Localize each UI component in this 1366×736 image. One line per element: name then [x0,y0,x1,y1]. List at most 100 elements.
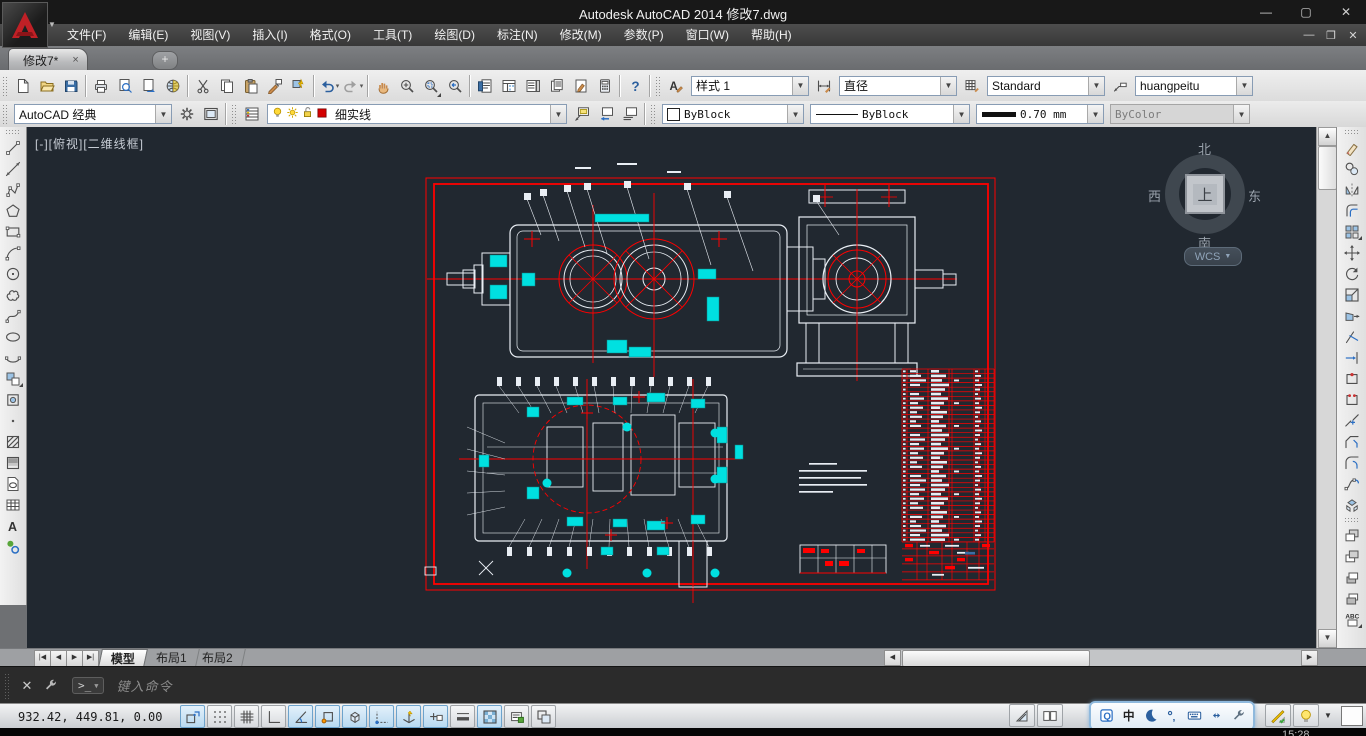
workspace-settings-button[interactable] [175,101,199,127]
lineweight-combo[interactable]: 0.70 mm▼ [976,104,1104,124]
combo-arrow-icon[interactable]: ▼ [155,105,171,123]
polar-tracking-toggle[interactable] [288,705,313,728]
combo-arrow-icon[interactable]: ▼ [1087,105,1103,123]
viewport-controls[interactable]: [-][俯视][二维线框] [35,135,144,152]
extend-button[interactable] [1340,347,1364,368]
horizontal-scrollbar[interactable]: ◀ ▶ [884,650,1318,666]
polygon-button[interactable] [1,200,25,221]
menu-修改M[interactable]: 修改(M) [549,24,613,46]
new-button[interactable] [11,73,35,99]
ellipse-button[interactable] [1,326,25,347]
spline-button[interactable] [1,305,25,326]
workspace-combo[interactable]: AutoCAD 经典▼ [14,104,172,124]
transparency-toggle[interactable] [477,705,502,728]
scroll-down-button[interactable]: ▼ [1318,629,1337,648]
annotation-scale-button[interactable] [1265,704,1291,727]
clean-screen-button[interactable] [1341,706,1363,726]
table-style-combo[interactable]: Standard▼ [987,76,1105,96]
viewcube-top-face[interactable]: 上 [1185,174,1225,214]
menu-插入I[interactable]: 插入(I) [241,24,298,46]
props-button[interactable] [473,73,497,99]
object-snap-3d-toggle[interactable] [342,705,367,728]
array-button[interactable] [1340,221,1364,242]
rotate-button[interactable] [1340,263,1364,284]
window-maximize-button[interactable]: ▢ [1286,0,1326,24]
undo-button[interactable] [317,73,341,99]
toolbar-grip[interactable] [2,76,8,96]
snap-mode-toggle[interactable] [207,705,232,728]
layout-tab-布局2[interactable]: 布局2 [190,649,245,666]
vertical-scroll-thumb[interactable] [1318,146,1337,190]
combo-arrow-icon[interactable]: ▼ [940,77,956,95]
matchprops-button[interactable] [263,73,287,99]
addsel-button[interactable] [1,536,25,557]
coordinates-readout[interactable]: 932.42, 449.81, 0.00 [0,710,168,724]
scroll-left-button[interactable]: ◀ [884,650,901,666]
make-object-layer-current-button[interactable] [570,101,594,127]
layer-on-icon[interactable] [271,106,284,122]
toolbar-grip[interactable] [5,129,21,135]
arc-button[interactable] [1,242,25,263]
window-minimize-button[interactable]: — [1246,0,1286,24]
ortho-mode-toggle[interactable] [261,705,286,728]
infer-constraints-toggle[interactable] [180,705,205,728]
mleader-style-combo[interactable]: huangpeitu▼ [1135,76,1253,96]
hatch-button[interactable] [1,431,25,452]
quick-view-layouts-button[interactable] [1037,704,1063,727]
app-menu-button[interactable] [2,2,48,48]
drawing-canvas[interactable]: [-][俯视][二维线框] 北 南 西 东 上 WCS▼ [27,127,1316,648]
open-button[interactable] [35,73,59,99]
save-button[interactable] [59,73,83,99]
toolbar-grip[interactable] [1344,129,1360,135]
layer-lock-icon[interactable] [301,106,314,122]
combo-arrow-icon[interactable]: ▼ [550,105,566,123]
blockedit-button[interactable] [287,73,311,99]
dynamic-ucs-toggle[interactable] [396,705,421,728]
copyclip-button[interactable] [215,73,239,99]
ime-kbd-icon[interactable] [1185,707,1203,725]
new-tab-button[interactable]: + [152,51,178,70]
chamfer-button[interactable] [1340,431,1364,452]
sheetset-button[interactable] [545,73,569,99]
palettes-button[interactable] [521,73,545,99]
toolbar-grip[interactable] [655,76,661,96]
dim-style-combo[interactable]: 直径▼ [839,76,957,96]
publish-button[interactable] [137,73,161,99]
combo-arrow-icon[interactable]: ▼ [792,77,808,95]
ime-punct-icon[interactable]: , [1163,707,1181,725]
toolbar-grip[interactable] [2,104,8,124]
gradient-button[interactable] [1,452,25,473]
menu-帮助H[interactable]: 帮助(H) [740,24,803,46]
menu-编辑E[interactable]: 编辑(E) [117,24,179,46]
table-button[interactable] [1,494,25,515]
combo-arrow-icon[interactable]: ▼ [953,105,969,123]
zoomprev-button[interactable] [443,73,467,99]
toolbar-grip[interactable] [231,104,237,124]
toolbar-grip[interactable] [1344,517,1360,523]
join-button[interactable] [1340,410,1364,431]
layer-properties-button[interactable] [240,101,264,127]
zoomrt-button[interactable] [395,73,419,99]
text-style-combo[interactable]: 样式 1▼ [691,76,809,96]
dwf-button[interactable] [161,73,185,99]
redo-button[interactable] [341,73,365,99]
doback-button[interactable] [1340,546,1364,567]
command-prompt-button[interactable]: >_▼ [72,677,104,694]
layer-previous-button[interactable] [594,101,618,127]
scale-button[interactable] [1340,284,1364,305]
tab-nav-prev-button[interactable]: ◀ [50,650,67,667]
circle-button[interactable] [1,263,25,284]
doc-close-button[interactable]: ✕ [1342,29,1364,42]
dcenter-button[interactable] [497,73,521,99]
selection-cycling-toggle[interactable] [531,705,556,728]
zoomwin-button[interactable] [419,73,443,99]
ime-cn-icon[interactable]: 中 [1119,707,1137,725]
layer-freeze-icon[interactable] [286,106,299,122]
revcloud-button[interactable] [1,284,25,305]
workspace-save-button[interactable] [199,101,223,127]
vertical-scrollbar[interactable]: ▲ ▼ [1316,127,1337,648]
layout-tab-模型[interactable]: 模型 [98,649,148,667]
markup-button[interactable] [569,73,593,99]
command-input[interactable]: 键入命令 [116,676,172,695]
annotation-caret-icon[interactable]: ▼ [1321,711,1335,720]
